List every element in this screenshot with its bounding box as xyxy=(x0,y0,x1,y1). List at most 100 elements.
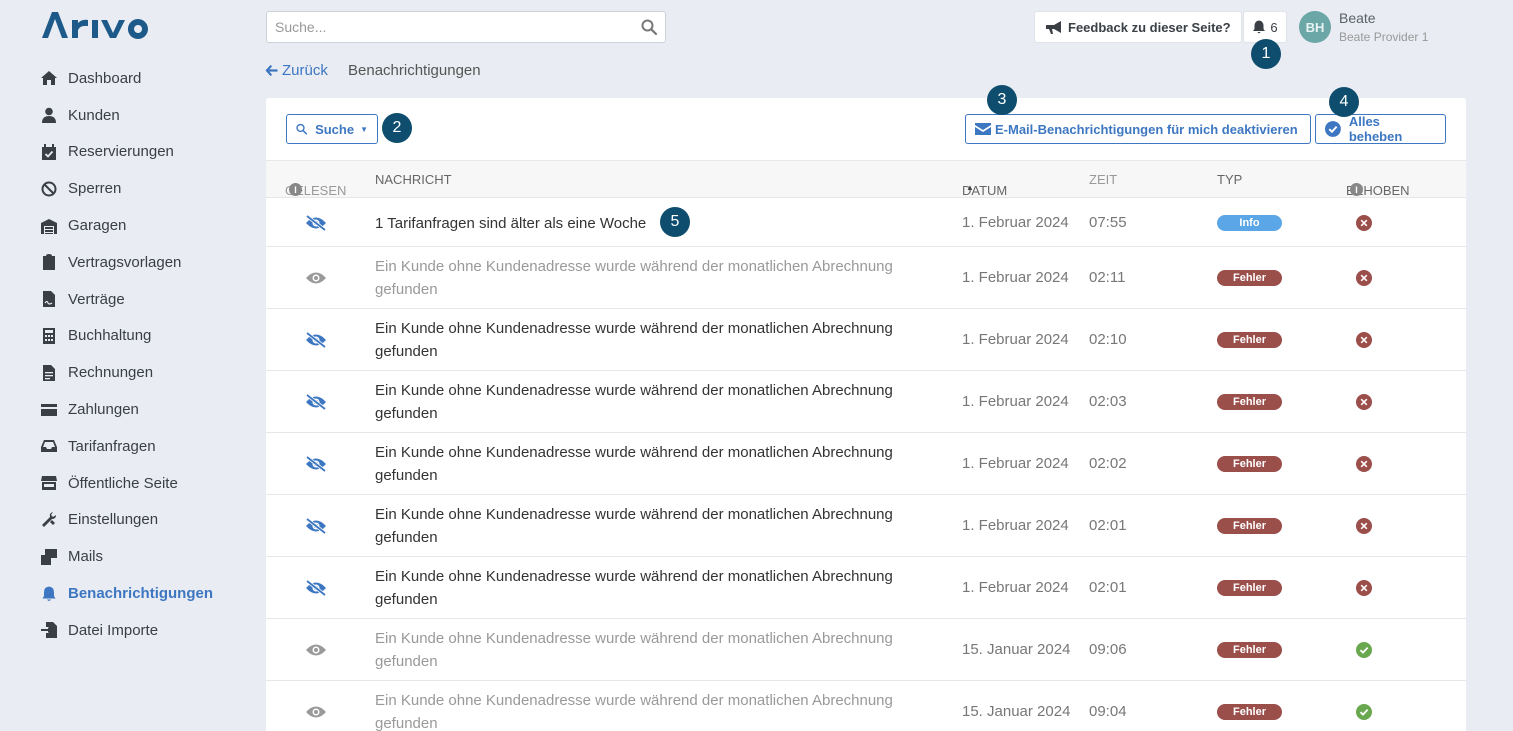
sidebar-item-verträge[interactable]: Verträge xyxy=(40,281,213,318)
times-circle-icon[interactable] xyxy=(1356,394,1372,410)
invoice-icon xyxy=(40,364,58,382)
eye-icon[interactable] xyxy=(305,642,327,658)
arivo-logo[interactable] xyxy=(42,10,162,40)
callout-3: 3 xyxy=(987,85,1017,115)
sidebar-item-mails[interactable]: Mails xyxy=(40,538,213,575)
check-circle-icon xyxy=(1325,121,1341,137)
notification-date: 15. Januar 2024 xyxy=(962,641,1071,658)
table-row[interactable]: Ein Kunde ohne Kundenadresse wurde währe… xyxy=(266,371,1466,433)
back-link[interactable]: Zurück xyxy=(265,62,328,79)
user-name[interactable]: Beate xyxy=(1339,10,1376,26)
sidebar-item-öffentliche-seite[interactable]: Öffentliche Seite xyxy=(40,465,213,502)
sidebar-item-zahlungen[interactable]: Zahlungen xyxy=(40,391,213,428)
sort-up-icon: ▲ xyxy=(966,183,974,192)
times-circle-icon[interactable] xyxy=(1356,580,1372,596)
feedback-label: Feedback zu dieser Seite? xyxy=(1068,19,1231,35)
notification-message: Ein Kunde ohne Kundenadresse wurde währe… xyxy=(375,506,893,546)
sidebar-item-reservierungen[interactable]: Reservierungen xyxy=(40,134,213,171)
table-row[interactable]: Ein Kunde ohne Kundenadresse wurde währe… xyxy=(266,557,1466,619)
eye-slash-icon[interactable] xyxy=(305,331,327,349)
header-message[interactable]: NACHRICHT xyxy=(375,172,452,187)
table-row[interactable]: Ein Kunde ohne Kundenadresse wurde währe… xyxy=(266,619,1466,681)
calendar-check-icon xyxy=(40,143,58,161)
table-row[interactable]: Ein Kunde ohne Kundenadresse wurde währe… xyxy=(266,495,1466,557)
global-search[interactable] xyxy=(266,11,666,43)
search-filter-button[interactable]: Suche ▼ xyxy=(286,114,378,144)
times-circle-icon[interactable] xyxy=(1356,518,1372,534)
sidebar-item-dashboard[interactable]: Dashboard xyxy=(40,60,213,97)
notification-message: Ein Kunde ohne Kundenadresse wurde währe… xyxy=(375,630,893,670)
sidebar-item-vertragsvorlagen[interactable]: Vertragsvorlagen xyxy=(40,244,213,281)
check-circle-icon[interactable] xyxy=(1356,704,1372,720)
search-input[interactable] xyxy=(275,19,641,35)
times-circle-icon[interactable] xyxy=(1356,456,1372,472)
info-icon[interactable]: i xyxy=(289,183,302,196)
table-row[interactable]: Ein Kunde ohne Kundenadresse wurde währe… xyxy=(266,433,1466,495)
search-icon xyxy=(296,123,308,135)
eye-slash-icon[interactable] xyxy=(305,393,327,411)
sidebar-item-label: Garagen xyxy=(68,217,127,235)
notification-date: 15. Januar 2024 xyxy=(962,703,1071,720)
eye-icon[interactable] xyxy=(305,270,327,286)
user-subtitle: Beate Provider 1 xyxy=(1339,30,1429,44)
sidebar-item-einstellungen[interactable]: Einstellungen xyxy=(40,502,213,539)
times-circle-icon[interactable] xyxy=(1356,332,1372,348)
type-badge: Fehler xyxy=(1217,456,1282,472)
header-time[interactable]: ZEIT xyxy=(1089,172,1117,187)
sidebar-item-garagen[interactable]: Garagen xyxy=(40,207,213,244)
sidebar-item-label: Reservierungen xyxy=(68,143,174,161)
notifications-panel: Suche ▼ E-Mail-Benachrichtigungen für mi… xyxy=(266,98,1466,731)
table-row[interactable]: Ein Kunde ohne Kundenadresse wurde währe… xyxy=(266,309,1466,371)
feedback-button[interactable]: Feedback zu dieser Seite? xyxy=(1034,11,1242,43)
notification-date: 1. Februar 2024 xyxy=(962,455,1069,472)
notification-date: 1. Februar 2024 xyxy=(962,331,1069,348)
disable-email-label: E-Mail-Benachrichtigungen für mich deakt… xyxy=(995,121,1298,137)
disable-email-notifications-button[interactable]: E-Mail-Benachrichtigungen für mich deakt… xyxy=(965,114,1311,144)
info-icon[interactable]: i xyxy=(1350,183,1363,196)
notification-date: 1. Februar 2024 xyxy=(962,517,1069,534)
times-circle-icon[interactable] xyxy=(1356,215,1372,231)
notification-message: Ein Kunde ohne Kundenadresse wurde währe… xyxy=(375,444,893,484)
sidebar-item-label: Datei Importe xyxy=(68,621,159,639)
sidebar-item-kunden[interactable]: Kunden xyxy=(40,97,213,134)
sidebar-item-benachrichtigungen[interactable]: Benachrichtigungen xyxy=(40,575,213,612)
sidebar-item-label: Dashboard xyxy=(68,69,142,87)
avatar[interactable]: BH xyxy=(1299,11,1331,43)
type-badge: Fehler xyxy=(1217,518,1282,534)
eye-slash-icon[interactable] xyxy=(305,455,327,473)
search-icon[interactable] xyxy=(641,19,657,35)
table-row[interactable]: Ein Kunde ohne Kundenadresse wurde währe… xyxy=(266,681,1466,731)
sidebar-item-label: Rechnungen xyxy=(68,364,154,382)
sidebar-nav: Dashboard Kunden Reservierungen Sperren Gara… xyxy=(40,60,213,649)
notification-date: 1. Februar 2024 xyxy=(962,269,1069,286)
type-badge: Fehler xyxy=(1217,580,1282,596)
sidebar: Dashboard Kunden Reservierungen Sperren Gara… xyxy=(0,0,250,731)
eye-slash-icon[interactable] xyxy=(305,517,327,535)
sidebar-item-tarifanfragen[interactable]: Tarifanfragen xyxy=(40,428,213,465)
sidebar-item-rechnungen[interactable]: Rechnungen xyxy=(40,354,213,391)
eye-icon[interactable] xyxy=(305,704,327,720)
breadcrumb-current: Benachrichtigungen xyxy=(348,62,481,79)
notification-time: 09:04 xyxy=(1089,703,1127,720)
back-label: Zurück xyxy=(282,62,328,79)
eye-slash-icon[interactable] xyxy=(305,579,327,597)
tools-icon xyxy=(40,511,58,529)
callout-2: 2 xyxy=(382,113,412,143)
mail-bulk-icon xyxy=(40,548,58,566)
header-type[interactable]: TYP xyxy=(1217,172,1242,187)
sidebar-item-label: Sperren xyxy=(68,180,122,198)
sidebar-item-buchhaltung[interactable]: Buchhaltung xyxy=(40,318,213,355)
table-row[interactable]: 1 Tarifanfragen sind älter als eine Woch… xyxy=(266,199,1466,247)
check-circle-icon[interactable] xyxy=(1356,642,1372,658)
resolve-all-button[interactable]: Alles beheben xyxy=(1315,114,1446,144)
sidebar-item-label: Zahlungen xyxy=(68,401,139,419)
times-circle-icon[interactable] xyxy=(1356,270,1372,286)
table-row[interactable]: Ein Kunde ohne Kundenadresse wurde währe… xyxy=(266,247,1466,309)
sidebar-item-sperren[interactable]: Sperren xyxy=(40,170,213,207)
user-icon xyxy=(40,106,58,124)
eye-slash-icon[interactable] xyxy=(305,214,327,232)
notification-time: 09:06 xyxy=(1089,641,1127,658)
sidebar-item-datei-importe[interactable]: Datei Importe xyxy=(40,612,213,649)
callout-1: 1 xyxy=(1251,39,1281,69)
ban-icon xyxy=(40,180,58,198)
